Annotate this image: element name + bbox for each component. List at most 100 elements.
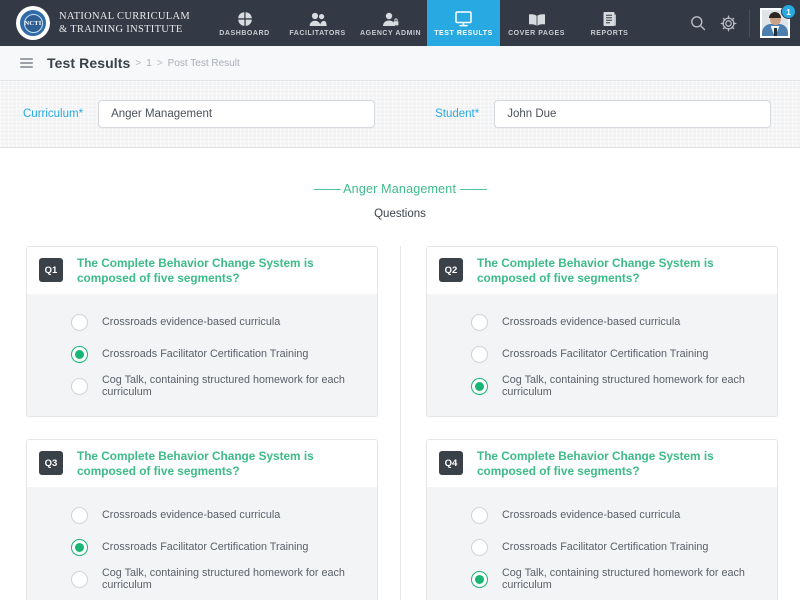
radio-icon-selected[interactable] bbox=[71, 538, 88, 556]
radio-icon[interactable] bbox=[71, 377, 88, 395]
radio-icon[interactable] bbox=[71, 506, 88, 524]
question-header: Q4 The Complete Behavior Change System i… bbox=[427, 440, 777, 487]
avatar[interactable]: 1 bbox=[760, 4, 796, 38]
book-icon bbox=[528, 10, 546, 27]
radio-icon-selected[interactable] bbox=[71, 345, 88, 363]
option-label: Cog Talk, containing structured homework… bbox=[102, 567, 345, 591]
nav-item-dashboard[interactable]: DASHBOARD bbox=[208, 0, 281, 46]
option-label: Crossroads evidence-based curricula bbox=[102, 509, 281, 521]
gear-icon[interactable] bbox=[713, 8, 743, 38]
column-divider bbox=[400, 246, 401, 600]
option-label: Cog Talk, containing structured homework… bbox=[502, 567, 745, 591]
option-row[interactable]: Crossroads evidence-based curricula bbox=[27, 499, 377, 531]
nav-label-reports: REPORTS bbox=[590, 29, 629, 37]
radio-icon[interactable] bbox=[471, 538, 488, 556]
option-row[interactable]: Crossroads Facilitator Certification Tra… bbox=[27, 531, 377, 563]
breadcrumb-separator-2: > bbox=[156, 57, 163, 69]
question-card: Q3 The Complete Behavior Change System i… bbox=[26, 439, 378, 600]
question-card: Q4 The Complete Behavior Change System i… bbox=[426, 439, 778, 600]
radio-icon-selected[interactable] bbox=[471, 377, 488, 395]
option-row[interactable]: Crossroads Facilitator Certification Tra… bbox=[27, 338, 377, 370]
nav-label-dashboard: DASHBOARD bbox=[219, 29, 270, 37]
brand-line-2: & TRAINING INSTITUTE bbox=[59, 24, 183, 35]
option-row[interactable]: Cog Talk, containing structured homework… bbox=[427, 370, 777, 402]
option-row[interactable]: Cog Talk, containing structured homework… bbox=[427, 563, 777, 595]
curriculum-field-group: Curriculum* Anger Management bbox=[23, 100, 376, 128]
option-row[interactable]: Crossroads evidence-based curricula bbox=[27, 306, 377, 338]
breadcrumb-current: Post Test Result bbox=[167, 57, 240, 69]
hamburger-icon[interactable] bbox=[20, 57, 33, 69]
nav-label-agency-admin: AGENCY ADMIN bbox=[360, 29, 422, 37]
section-subtitle: Questions bbox=[374, 208, 426, 220]
breadcrumb-separator-1: > bbox=[135, 57, 142, 69]
page-title: Test Results bbox=[47, 55, 131, 71]
option-label: Crossroads Facilitator Certification Tra… bbox=[102, 541, 309, 553]
radio-icon[interactable] bbox=[471, 345, 488, 363]
brand-logo[interactable]: NCTI NATIONAL CURRICULAM & TRAINING INST… bbox=[0, 0, 200, 46]
student-label: Student* bbox=[435, 108, 480, 120]
option-label: Crossroads Facilitator Certification Tra… bbox=[502, 541, 709, 553]
section-dash-left: ——- bbox=[313, 182, 341, 196]
user-lock-icon bbox=[382, 10, 399, 27]
question-options: Crossroads evidence-based curricula Cros… bbox=[27, 487, 377, 600]
option-row[interactable]: Crossroads evidence-based curricula bbox=[427, 499, 777, 531]
nav-items: DASHBOARD FACILITATORS AGENCY ADMIN TEST… bbox=[208, 0, 646, 46]
questions-column-left: Q1 The Complete Behavior Change System i… bbox=[0, 246, 400, 600]
section-title-text: Anger Management bbox=[343, 182, 457, 196]
question-card: Q2 The Complete Behavior Change System i… bbox=[426, 246, 778, 417]
nav-item-facilitators[interactable]: FACILITATORS bbox=[281, 0, 354, 46]
nav-item-cover-pages[interactable]: COVER PAGES bbox=[500, 0, 573, 46]
nav-item-reports[interactable]: REPORTS bbox=[573, 0, 646, 46]
radio-icon[interactable] bbox=[71, 570, 88, 588]
monitor-icon bbox=[455, 10, 472, 27]
section-title: ——- Anger Management -—— bbox=[0, 148, 800, 196]
question-header: Q3 The Complete Behavior Change System i… bbox=[27, 440, 377, 487]
option-label: Crossroads evidence-based curricula bbox=[502, 316, 681, 328]
top-navigation-bar: NCTI NATIONAL CURRICULAM & TRAINING INST… bbox=[0, 0, 800, 46]
option-row[interactable]: Cog Talk, containing structured homework… bbox=[27, 370, 377, 402]
question-number-badge: Q1 bbox=[39, 258, 63, 282]
question-card: Q1 The Complete Behavior Change System i… bbox=[26, 246, 378, 417]
option-row[interactable]: Cog Talk, containing structured homework… bbox=[27, 563, 377, 595]
nav-right-actions: 1 bbox=[683, 0, 800, 46]
option-row[interactable]: Crossroads evidence-based curricula bbox=[427, 306, 777, 338]
radio-icon-selected[interactable] bbox=[471, 570, 488, 588]
option-label: Crossroads Facilitator Certification Tra… bbox=[502, 348, 709, 360]
breadcrumb-bar: Test Results > 1 > Post Test Result bbox=[0, 46, 800, 81]
nav-item-test-results[interactable]: TEST RESULTS bbox=[427, 0, 501, 46]
main-content: ——- Anger Management -—— Questions Q1 Th… bbox=[0, 148, 800, 600]
nav-label-cover-pages: COVER PAGES bbox=[508, 29, 565, 37]
breadcrumb-link[interactable]: 1 bbox=[146, 58, 152, 69]
question-number-badge: Q4 bbox=[439, 451, 463, 475]
student-input[interactable]: John Due bbox=[494, 100, 772, 128]
filter-form-strip: Curriculum* Anger Management Student* Jo… bbox=[0, 81, 800, 148]
curriculum-input[interactable]: Anger Management bbox=[98, 100, 376, 128]
question-text: The Complete Behavior Change System is c… bbox=[477, 449, 714, 478]
questions-column-right: Q2 The Complete Behavior Change System i… bbox=[400, 246, 800, 600]
document-icon bbox=[602, 10, 617, 27]
question-text: The Complete Behavior Change System is c… bbox=[477, 256, 714, 285]
question-header: Q2 The Complete Behavior Change System i… bbox=[427, 247, 777, 294]
search-icon[interactable] bbox=[683, 8, 713, 38]
question-options: Crossroads evidence-based curricula Cros… bbox=[27, 294, 377, 416]
option-label: Crossroads evidence-based curricula bbox=[502, 509, 681, 521]
option-row[interactable]: Crossroads Facilitator Certification Tra… bbox=[427, 338, 777, 370]
radio-icon[interactable] bbox=[471, 313, 488, 331]
pie-chart-icon bbox=[237, 10, 253, 27]
nav-label-test-results: TEST RESULTS bbox=[434, 29, 493, 37]
option-row[interactable]: Crossroads Facilitator Certification Tra… bbox=[427, 531, 777, 563]
question-text: The Complete Behavior Change System is c… bbox=[77, 449, 314, 478]
curriculum-label: Curriculum* bbox=[23, 108, 84, 120]
question-header: Q1 The Complete Behavior Change System i… bbox=[27, 247, 377, 294]
option-label: Cog Talk, containing structured homework… bbox=[502, 374, 745, 398]
option-label: Crossroads Facilitator Certification Tra… bbox=[102, 348, 309, 360]
option-label: Crossroads evidence-based curricula bbox=[102, 316, 281, 328]
radio-icon[interactable] bbox=[71, 313, 88, 331]
radio-icon[interactable] bbox=[471, 506, 488, 524]
section-dash-right: -—— bbox=[459, 182, 487, 196]
question-options: Crossroads evidence-based curricula Cros… bbox=[427, 487, 777, 600]
question-options: Crossroads evidence-based curricula Cros… bbox=[427, 294, 777, 416]
question-number-badge: Q3 bbox=[39, 451, 63, 475]
nav-item-agency-admin[interactable]: AGENCY ADMIN bbox=[354, 0, 427, 46]
users-icon bbox=[309, 10, 327, 27]
